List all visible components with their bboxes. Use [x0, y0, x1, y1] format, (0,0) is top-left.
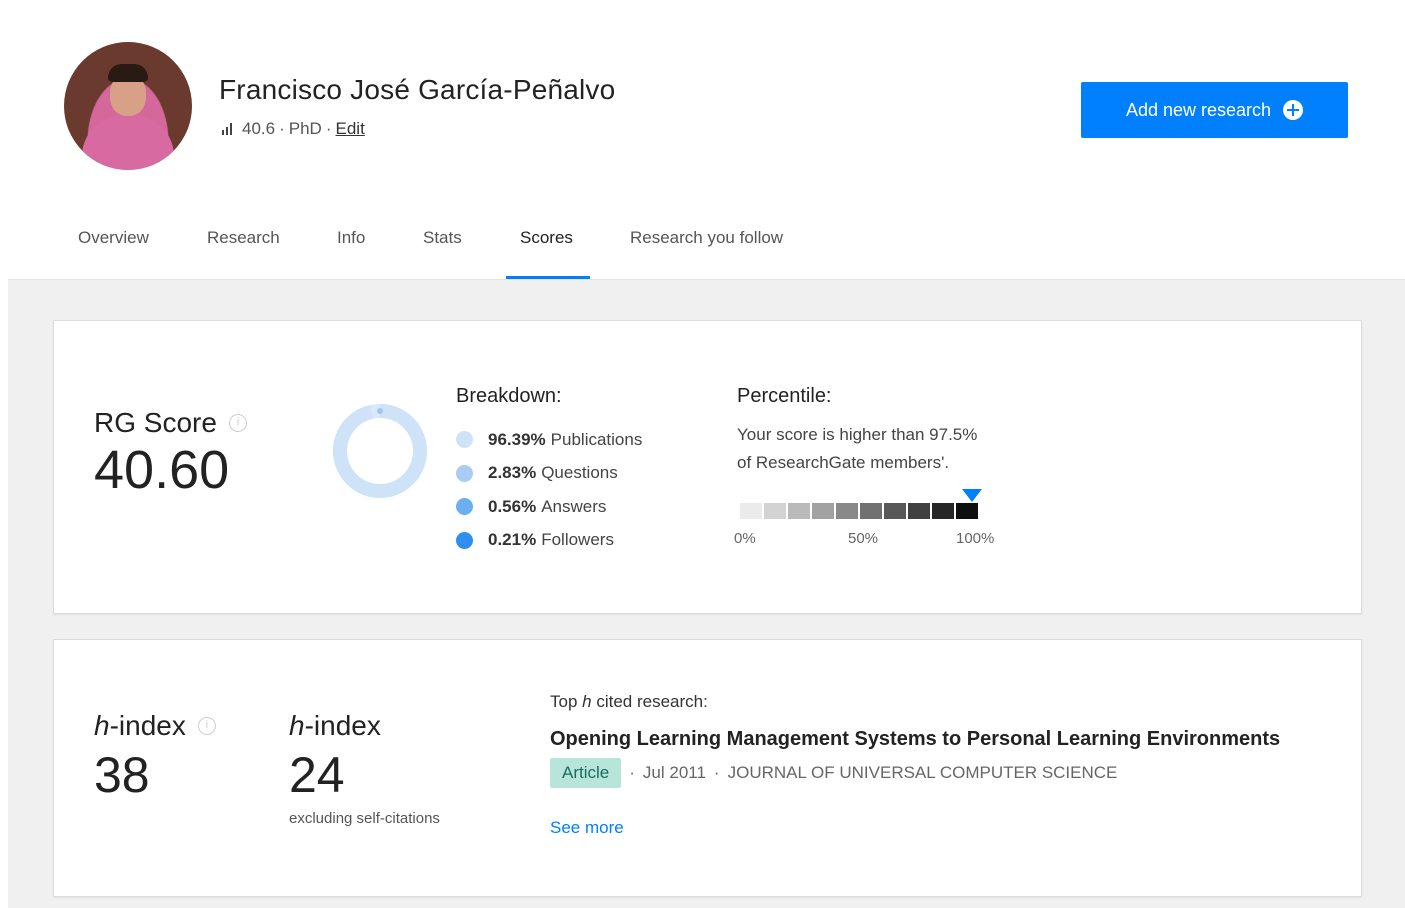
percentile-axis-100: 100%: [956, 530, 995, 547]
rg-score-label-row: RG Score i: [94, 407, 247, 439]
avatar[interactable]: [64, 42, 192, 170]
legend-dot-icon: [456, 531, 473, 549]
percentile-bar: [740, 503, 978, 519]
avatar-hair: [108, 64, 148, 82]
breakdown-label: Publications: [550, 429, 643, 449]
legend-dot-icon: [456, 431, 473, 449]
breakdown-label: Answers: [541, 496, 607, 516]
breakdown-percent: 96.39%: [488, 429, 546, 449]
percentile-bar-segment: [740, 503, 762, 519]
top-cited-paper-meta: Article · Jul 2011 · JOURNAL OF UNIVERSA…: [550, 758, 1117, 788]
tab-stats[interactable]: Stats: [423, 222, 462, 278]
percentile-axis-50: 50%: [848, 530, 879, 547]
percentile-marker-icon: [962, 489, 983, 502]
top-cited-paper-title[interactable]: Opening Learning Management Systems to P…: [550, 728, 1280, 751]
top-cited-label: Top h cited research:: [550, 692, 708, 711]
percentile-axis-0: 0%: [734, 530, 756, 547]
percentile-text: Your score is higher than 97.5% of Resea…: [737, 421, 1027, 477]
breakdown-list: 96.39% Publications 2.83% Questions 0.56…: [456, 423, 642, 557]
h-index-excl-value: 24: [289, 747, 345, 803]
profile-degree: PhD: [288, 119, 322, 138]
percentile-text-line1: Your score is higher than 97.5%: [737, 425, 978, 444]
info-icon[interactable]: i: [197, 717, 216, 735]
breakdown-percent: 0.21%: [488, 530, 537, 550]
active-tab-indicator: [506, 276, 590, 279]
breakdown-item-questions: 2.83% Questions: [456, 457, 642, 491]
donut-slice-others: [377, 408, 383, 414]
meta-separator: ·: [279, 119, 285, 138]
rg-score-label: RG Score: [94, 407, 217, 438]
tab-research[interactable]: Research: [207, 222, 280, 278]
tab-scores[interactable]: Scores: [520, 222, 573, 278]
percentile-bar-segment: [764, 503, 786, 519]
article-badge: Article: [550, 758, 622, 788]
legend-dot-icon: [456, 464, 473, 482]
breakdown-label: Questions: [541, 463, 618, 483]
donut-slice-publications: [333, 404, 427, 498]
profile-name: Francisco José García-Peñalvo: [219, 74, 616, 105]
profile-meta: 40.6 · PhD · Edit: [222, 119, 365, 139]
h-index-value: 38: [94, 747, 150, 803]
avatar-shirt: [82, 116, 174, 170]
percentile-title: Percentile:: [737, 385, 832, 407]
percentile-bar-segment: [908, 503, 930, 519]
breakdown-donut-chart: [333, 404, 427, 498]
tab-overview[interactable]: Overview: [78, 222, 149, 278]
percentile-bar-segment: [884, 503, 906, 519]
percentile-bar-segment: [932, 503, 954, 519]
h-index-label: h-index: [94, 710, 186, 741]
breakdown-title: Breakdown:: [456, 385, 562, 407]
breakdown-item-followers: 0.21% Followers: [456, 524, 642, 558]
percentile-bar-segment: [860, 503, 882, 519]
percentile-bar-segment: [956, 503, 978, 519]
breakdown-item-publications: 96.39% Publications: [456, 423, 642, 457]
h-index-label-row: h-index i: [94, 710, 216, 742]
percentile-bar-segment: [812, 503, 834, 519]
meta-separator: ·: [629, 763, 635, 782]
info-icon[interactable]: i: [228, 414, 247, 432]
breakdown-percent: 0.56%: [488, 496, 537, 516]
paper-journal[interactable]: JOURNAL OF UNIVERSAL COMPUTER SCIENCE: [728, 763, 1118, 783]
add-new-research-button[interactable]: Add new research: [1081, 82, 1348, 138]
h-index-excl-label: h-index: [289, 710, 381, 741]
percentile-text-line2: of ResearchGate members'.: [737, 453, 950, 472]
percentile-bar-segment: [788, 503, 810, 519]
h-index-excl-note: excluding self-citations: [289, 810, 440, 827]
tab-research-you-follow[interactable]: Research you follow: [630, 222, 783, 278]
breakdown-label: Followers: [541, 530, 614, 550]
add-new-research-label: Add new research: [1125, 99, 1272, 120]
profile-score: 40.6: [242, 119, 276, 138]
paper-date: Jul 2011: [642, 763, 706, 782]
percentile-bar-segment: [836, 503, 858, 519]
h-index-card: h-index i 38 h-index 24 excluding self-c…: [53, 639, 1362, 897]
rg-score-value: 40.60: [94, 440, 230, 500]
meta-separator: ·: [713, 763, 720, 782]
legend-dot-icon: [456, 498, 473, 516]
breakdown-item-answers: 0.56% Answers: [456, 490, 642, 524]
score-bars-icon: [222, 123, 232, 135]
meta-separator: ·: [325, 119, 332, 138]
plus-circle-icon: [1283, 100, 1304, 120]
breakdown-percent: 2.83%: [488, 463, 537, 483]
tab-info[interactable]: Info: [337, 222, 365, 278]
edit-link[interactable]: Edit: [336, 119, 365, 139]
see-more-link[interactable]: See more: [550, 818, 624, 838]
rg-score-card: RG Score i 40.60 Breakdown: 96.39% Publi…: [53, 320, 1362, 614]
